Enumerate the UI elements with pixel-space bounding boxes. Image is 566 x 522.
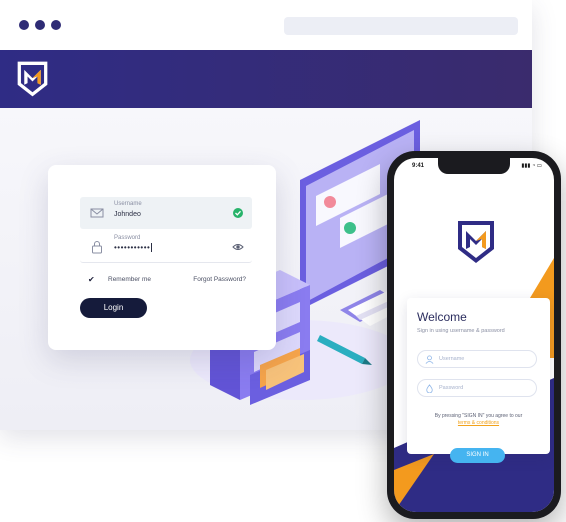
- header-banner: [0, 50, 532, 108]
- lock-icon: [92, 241, 102, 254]
- welcome-subtitle: Sign in using username & password: [417, 328, 505, 334]
- status-icons: ▮▮▮ ◔ ▭: [521, 163, 542, 169]
- window-dot-icon: [51, 20, 61, 30]
- remember-checkbox[interactable]: ✔: [88, 276, 96, 284]
- password-label: Password: [114, 235, 141, 241]
- phone-password-input[interactable]: Password: [417, 379, 537, 397]
- username-value: Johndeo: [114, 211, 141, 218]
- username-placeholder: Username: [439, 356, 465, 362]
- username-field[interactable]: Username Johndeo: [80, 197, 252, 229]
- eye-icon[interactable]: [232, 241, 244, 253]
- password-field[interactable]: Password •••••••••••: [80, 231, 252, 263]
- user-icon: [425, 355, 434, 364]
- window-dot-icon: [35, 20, 45, 30]
- brand-logo-icon: [458, 221, 494, 263]
- password-value: •••••••••••: [114, 243, 153, 253]
- browser-titlebar: [0, 0, 532, 50]
- phone-username-input[interactable]: Username: [417, 350, 537, 368]
- phone-mockup: 9:41 ▮▮▮ ◔ ▭ Welcome Sign in using usern…: [387, 151, 561, 519]
- sign-in-button[interactable]: SIGN IN: [450, 448, 505, 463]
- window-dot-icon: [19, 20, 29, 30]
- phone-screen: 9:41 ▮▮▮ ◔ ▭ Welcome Sign in using usern…: [394, 158, 554, 512]
- login-card: Username Johndeo Password ••••••••••• ✔ …: [48, 165, 276, 350]
- password-placeholder: Password: [439, 385, 464, 391]
- terms-link[interactable]: terms & conditions: [458, 420, 499, 426]
- envelope-icon: [90, 208, 104, 218]
- status-time: 9:41: [412, 163, 425, 169]
- remember-row: ✔ Remember me Forgot Password?: [88, 275, 246, 287]
- address-bar[interactable]: [284, 17, 518, 35]
- welcome-title: Welcome: [417, 310, 467, 324]
- check-circle-icon: [233, 208, 243, 218]
- welcome-card: Welcome Sign in using username & passwor…: [407, 298, 550, 454]
- drop-icon: [426, 384, 433, 393]
- terms-text: By pressing "SIGN IN" you agree to our t…: [434, 413, 523, 426]
- brand-logo-icon: [17, 61, 48, 97]
- username-label: Username: [114, 201, 142, 207]
- phone-notch: [438, 158, 510, 174]
- login-button[interactable]: Login: [80, 298, 147, 318]
- forgot-password-link[interactable]: Forgot Password?: [193, 276, 246, 283]
- remember-label: Remember me: [108, 276, 151, 283]
